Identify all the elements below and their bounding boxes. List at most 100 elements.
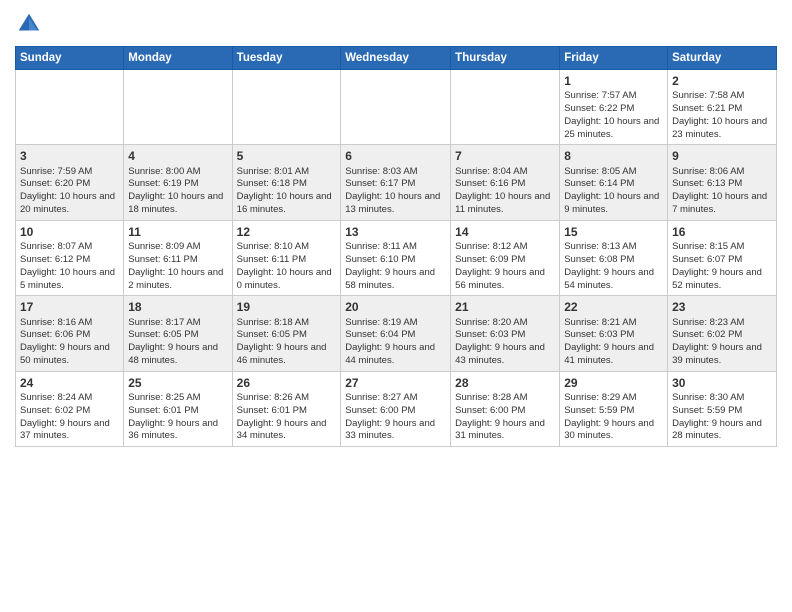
weekday-header-sunday: Sunday [16,47,124,70]
day-info: Sunrise: 8:21 AM [564,317,663,330]
day-number: 2 [672,73,772,89]
day-number: 21 [455,299,555,315]
day-cell: 18Sunrise: 8:17 AMSunset: 6:05 PMDayligh… [124,296,232,371]
day-cell [232,70,341,145]
day-cell: 11Sunrise: 8:09 AMSunset: 6:11 PMDayligh… [124,220,232,295]
day-cell: 13Sunrise: 8:11 AMSunset: 6:10 PMDayligh… [341,220,451,295]
day-cell: 10Sunrise: 8:07 AMSunset: 6:12 PMDayligh… [16,220,124,295]
day-info: Daylight: 10 hours and 25 minutes. [564,116,663,142]
day-info: Sunrise: 8:09 AM [128,241,227,254]
day-number: 6 [345,148,446,164]
day-info: Daylight: 9 hours and 34 minutes. [237,418,337,444]
day-info: Sunrise: 8:18 AM [237,317,337,330]
day-info: Sunset: 6:21 PM [672,103,772,116]
day-info: Daylight: 10 hours and 5 minutes. [20,267,119,293]
week-row-5: 24Sunrise: 8:24 AMSunset: 6:02 PMDayligh… [16,371,777,446]
day-info: Sunset: 6:04 PM [345,329,446,342]
day-info: Sunset: 6:01 PM [128,405,227,418]
weekday-header-tuesday: Tuesday [232,47,341,70]
day-number: 16 [672,224,772,240]
day-info: Sunset: 6:11 PM [128,254,227,267]
day-info: Sunset: 6:00 PM [345,405,446,418]
day-info: Daylight: 10 hours and 11 minutes. [455,191,555,217]
day-info: Sunrise: 8:10 AM [237,241,337,254]
day-number: 25 [128,375,227,391]
day-number: 9 [672,148,772,164]
day-info: Sunrise: 8:20 AM [455,317,555,330]
day-cell: 8Sunrise: 8:05 AMSunset: 6:14 PMDaylight… [560,145,668,220]
day-info: Daylight: 9 hours and 43 minutes. [455,342,555,368]
day-number: 24 [20,375,119,391]
day-info: Daylight: 9 hours and 30 minutes. [564,418,663,444]
logo-icon [15,10,43,38]
day-number: 14 [455,224,555,240]
day-info: Sunset: 6:11 PM [237,254,337,267]
day-cell: 1Sunrise: 7:57 AMSunset: 6:22 PMDaylight… [560,70,668,145]
day-info: Daylight: 9 hours and 31 minutes. [455,418,555,444]
day-info: Sunset: 6:19 PM [128,178,227,191]
day-info: Daylight: 9 hours and 37 minutes. [20,418,119,444]
day-cell [341,70,451,145]
weekday-header-row: SundayMondayTuesdayWednesdayThursdayFrid… [16,47,777,70]
day-info: Daylight: 9 hours and 54 minutes. [564,267,663,293]
day-info: Sunrise: 8:16 AM [20,317,119,330]
day-info: Sunset: 6:18 PM [237,178,337,191]
weekday-header-thursday: Thursday [451,47,560,70]
day-number: 18 [128,299,227,315]
day-number: 26 [237,375,337,391]
day-cell: 3Sunrise: 7:59 AMSunset: 6:20 PMDaylight… [16,145,124,220]
day-number: 19 [237,299,337,315]
day-info: Daylight: 9 hours and 39 minutes. [672,342,772,368]
day-info: Sunset: 6:05 PM [237,329,337,342]
day-number: 5 [237,148,337,164]
day-info: Sunset: 6:03 PM [455,329,555,342]
day-info: Sunrise: 8:06 AM [672,166,772,179]
day-cell: 22Sunrise: 8:21 AMSunset: 6:03 PMDayligh… [560,296,668,371]
day-cell: 17Sunrise: 8:16 AMSunset: 6:06 PMDayligh… [16,296,124,371]
day-number: 3 [20,148,119,164]
day-info: Daylight: 9 hours and 58 minutes. [345,267,446,293]
calendar: SundayMondayTuesdayWednesdayThursdayFrid… [15,46,777,447]
day-info: Sunset: 6:08 PM [564,254,663,267]
day-cell: 20Sunrise: 8:19 AMSunset: 6:04 PMDayligh… [341,296,451,371]
day-number: 11 [128,224,227,240]
day-number: 28 [455,375,555,391]
day-info: Sunset: 6:17 PM [345,178,446,191]
day-number: 12 [237,224,337,240]
day-cell: 25Sunrise: 8:25 AMSunset: 6:01 PMDayligh… [124,371,232,446]
day-info: Sunrise: 8:15 AM [672,241,772,254]
day-cell: 14Sunrise: 8:12 AMSunset: 6:09 PMDayligh… [451,220,560,295]
day-cell: 19Sunrise: 8:18 AMSunset: 6:05 PMDayligh… [232,296,341,371]
day-info: Sunset: 6:03 PM [564,329,663,342]
day-cell: 29Sunrise: 8:29 AMSunset: 5:59 PMDayligh… [560,371,668,446]
day-info: Daylight: 10 hours and 2 minutes. [128,267,227,293]
day-number: 10 [20,224,119,240]
day-cell: 23Sunrise: 8:23 AMSunset: 6:02 PMDayligh… [668,296,777,371]
logo [15,10,47,38]
day-info: Sunset: 6:12 PM [20,254,119,267]
day-info: Sunrise: 7:59 AM [20,166,119,179]
day-info: Sunrise: 8:27 AM [345,392,446,405]
day-info: Sunset: 5:59 PM [672,405,772,418]
day-info: Sunrise: 8:26 AM [237,392,337,405]
day-cell: 16Sunrise: 8:15 AMSunset: 6:07 PMDayligh… [668,220,777,295]
day-info: Daylight: 9 hours and 50 minutes. [20,342,119,368]
day-cell [124,70,232,145]
day-info: Sunset: 6:00 PM [455,405,555,418]
day-info: Daylight: 9 hours and 44 minutes. [345,342,446,368]
day-info: Sunset: 6:22 PM [564,103,663,116]
day-info: Daylight: 9 hours and 28 minutes. [672,418,772,444]
week-row-2: 3 Sunrise: 7:59 AMSunset: 6:20 PM Daylight… [16,145,777,220]
day-info: Sunrise: 8:28 AM [455,392,555,405]
day-info: Sunset: 6:02 PM [20,405,119,418]
day-info: Sunrise: 8:25 AM [128,392,227,405]
day-info: Daylight: 10 hours and 13 minutes. [345,191,446,217]
weekday-header-wednesday: Wednesday [341,47,451,70]
week-row-4: 17Sunrise: 8:16 AMSunset: 6:06 PMDayligh… [16,296,777,371]
day-number: 13 [345,224,446,240]
day-info: Sunset: 6:16 PM [455,178,555,191]
day-number: 29 [564,375,663,391]
day-number: 8 [564,148,663,164]
day-info: Sunset: 6:20 PM [20,178,119,191]
day-info: Sunrise: 8:24 AM [20,392,119,405]
